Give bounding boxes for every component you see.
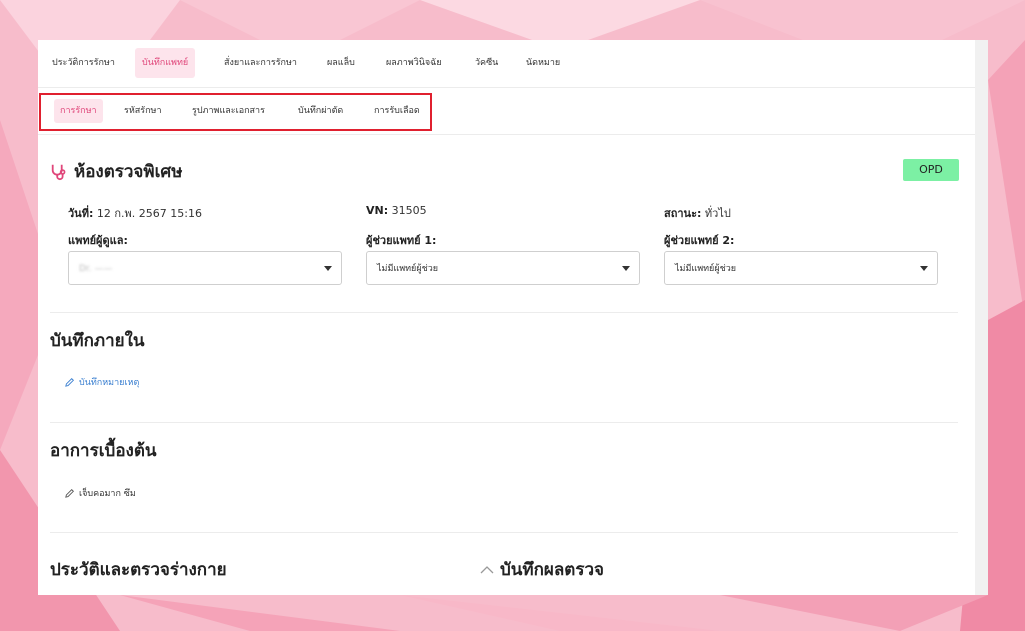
tab-imaging[interactable]: ผลภาพวินิจฉัย bbox=[379, 48, 449, 78]
subtab-treatment-codes[interactable]: รหัสรักษา bbox=[118, 99, 168, 123]
divider bbox=[50, 312, 958, 313]
assistant2-select-value: ไม่มีแพทย์ผู้ช่วย bbox=[675, 264, 737, 274]
tab-vaccine[interactable]: วัคซีน bbox=[468, 48, 505, 78]
visit-vn: VN: 31505 bbox=[366, 204, 427, 217]
subtab-images-documents[interactable]: รูปภาพและเอกสาร bbox=[186, 99, 271, 123]
visit-status: สถานะ: ทั่วไป bbox=[664, 207, 731, 220]
doctor-label: แพทย์ผู้ดูแล: bbox=[68, 234, 128, 247]
scrollbar[interactable] bbox=[975, 40, 988, 595]
tab-appointments[interactable]: นัดหมาย bbox=[519, 48, 567, 78]
room-name: ห้องตรวจพิเศษ bbox=[74, 162, 183, 182]
subtab-blood-transfusion[interactable]: การรับเลือด bbox=[368, 99, 426, 123]
main-tab-bar: ประวัติการรักษา บันทึกแพทย์ สั่งยาและการ… bbox=[38, 40, 975, 88]
exam-result-header[interactable]: บันทึกผลตรวจ bbox=[480, 556, 604, 583]
add-note-label: บันทึกหมายเหตุ bbox=[79, 378, 140, 388]
room-title: ห้องตรวจพิเศษ bbox=[50, 158, 182, 185]
chevron-down-icon bbox=[324, 266, 332, 271]
chevron-up-icon bbox=[480, 566, 494, 574]
assistant2-label: ผู้ช่วยแพทย์ 2: bbox=[664, 234, 735, 247]
chief-complaint-value[interactable]: เจ็บคอมาก ซึม bbox=[64, 486, 136, 500]
chevron-down-icon bbox=[622, 266, 630, 271]
main-panel: ประวัติการรักษา บันทึกแพทย์ สั่งยาและการ… bbox=[38, 40, 988, 595]
sub-tab-bar: การรักษา รหัสรักษา รูปภาพและเอกสาร บันทึ… bbox=[38, 87, 975, 135]
visit-date: วันที่: 12 ก.พ. 2567 15:16 bbox=[68, 207, 202, 220]
pencil-icon bbox=[65, 377, 74, 387]
add-note-link[interactable]: บันทึกหมายเหตุ bbox=[64, 375, 139, 389]
assistant2-select[interactable]: ไม่มีแพทย์ผู้ช่วย bbox=[664, 251, 938, 285]
subtab-surgery-notes[interactable]: บันทึกผ่าตัด bbox=[292, 99, 349, 123]
chief-complaint-title: อาการเบื้องต้น bbox=[50, 441, 157, 461]
subtab-treatment[interactable]: การรักษา bbox=[54, 99, 103, 123]
chevron-down-icon bbox=[920, 266, 928, 271]
stethoscope-icon bbox=[51, 164, 66, 180]
internal-note-title: บันทึกภายใน bbox=[50, 331, 145, 351]
divider bbox=[50, 532, 958, 533]
history-exam-title: ประวัติและตรวจร่างกาย bbox=[50, 560, 227, 580]
tab-treatment-history[interactable]: ประวัติการรักษา bbox=[45, 48, 122, 78]
doctor-select-value: Dr. —— bbox=[79, 264, 113, 274]
doctor-select[interactable]: Dr. —— bbox=[68, 251, 342, 285]
assistant1-label: ผู้ช่วยแพทย์ 1: bbox=[366, 234, 437, 247]
tab-doctor-notes[interactable]: บันทึกแพทย์ bbox=[135, 48, 196, 78]
pencil-icon bbox=[65, 488, 74, 498]
assistant1-select[interactable]: ไม่มีแพทย์ผู้ช่วย bbox=[366, 251, 640, 285]
opd-badge: OPD bbox=[903, 159, 959, 181]
tab-lab-results[interactable]: ผลแล็บ bbox=[320, 48, 362, 78]
chief-complaint-text: เจ็บคอมาก ซึม bbox=[79, 489, 136, 499]
assistant1-select-value: ไม่มีแพทย์ผู้ช่วย bbox=[377, 264, 439, 274]
divider bbox=[50, 422, 958, 423]
tab-orders[interactable]: สั่งยาและการรักษา bbox=[217, 48, 304, 78]
exam-result-title: บันทึกผลตรวจ bbox=[500, 560, 604, 580]
